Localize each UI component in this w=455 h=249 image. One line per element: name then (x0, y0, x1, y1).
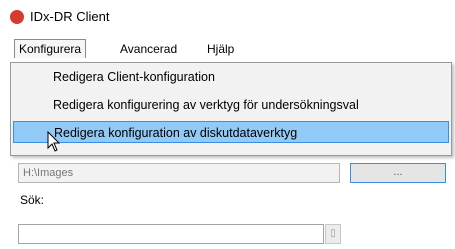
search-input[interactable] (18, 224, 324, 244)
menu-item-edit-exam-tool-config[interactable]: Redigera konfigurering av verktyg för un… (13, 94, 449, 116)
title-bar: IDx-DR Client (0, 0, 455, 36)
menu-hjalp[interactable]: Hjälp (203, 40, 238, 58)
mouse-pointer-icon (47, 131, 61, 152)
image-path-field[interactable]: H:\Images (18, 163, 340, 183)
search-button[interactable]: ▯ (325, 224, 341, 244)
browse-button[interactable]: ... (350, 163, 446, 183)
search-icon: ▯ (330, 228, 336, 239)
search-label: Sök: (20, 193, 45, 207)
app-logo-icon (10, 10, 24, 24)
menu-konfigurera[interactable]: Konfigurera (14, 39, 87, 58)
menu-bar: Konfigurera Avancerad Hjälp (0, 36, 455, 62)
window-title: IDx-DR Client (30, 9, 110, 24)
menu-item-edit-client-config[interactable]: Redigera Client-konfiguration (13, 66, 449, 88)
menu-avancerad[interactable]: Avancerad (116, 40, 181, 58)
menu-item-edit-disk-output-config[interactable]: Redigera konfiguration av diskutdataverk… (13, 121, 449, 143)
konfigurera-dropdown-menu: Redigera Client-konfiguration Redigera k… (10, 62, 452, 156)
